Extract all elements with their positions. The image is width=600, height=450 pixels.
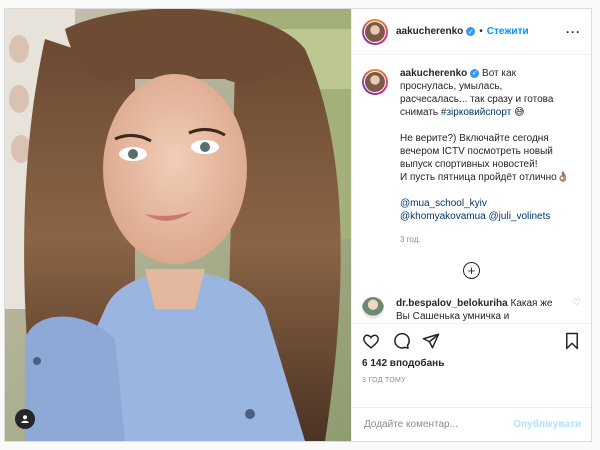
add-comment-bar: Опублікувати bbox=[352, 407, 591, 441]
mention-link[interactable]: @juli_volinets bbox=[489, 211, 551, 222]
mention-link[interactable]: @khomyakovamua bbox=[400, 211, 486, 222]
author-username[interactable]: aakucherenko bbox=[396, 26, 463, 37]
caption-paragraph-3: И пусть пятница пройдёт отлично👌🏽 bbox=[400, 172, 570, 183]
verified-icon: ✓ bbox=[466, 27, 476, 36]
caption-avatar[interactable] bbox=[362, 69, 388, 95]
separator-dot: • bbox=[479, 26, 483, 37]
comment-input[interactable] bbox=[362, 418, 514, 431]
selfie-illustration bbox=[5, 9, 351, 441]
comment-like-icon[interactable]: ♡ bbox=[573, 297, 581, 323]
post-card: aakucherenko ✓ • Стежити ··· aakucherenk… bbox=[4, 8, 592, 442]
bookmark-icon[interactable] bbox=[563, 332, 581, 353]
tagged-user-icon[interactable] bbox=[15, 409, 35, 429]
comment-icon[interactable] bbox=[392, 332, 410, 353]
heart-icon[interactable] bbox=[362, 332, 380, 353]
post-photo[interactable] bbox=[5, 9, 351, 441]
post-header: aakucherenko ✓ • Стежити ··· bbox=[352, 9, 591, 55]
caption-body: aakucherenko ✓ Вот как проснулась, умылас… bbox=[400, 67, 570, 246]
verified-icon: ✓ bbox=[470, 68, 480, 78]
post-time[interactable]: 3 ГОД ТОМУ bbox=[362, 377, 581, 384]
follow-button[interactable]: Стежити bbox=[487, 26, 529, 37]
publish-button[interactable]: Опублікувати bbox=[513, 419, 581, 430]
more-horizontal-icon[interactable]: ··· bbox=[566, 25, 581, 39]
comments-section: aakucherenko ✓ Вот как проснулась, умылас… bbox=[352, 55, 591, 323]
likes-count[interactable]: 6 142 вподобань bbox=[362, 358, 581, 369]
share-icon[interactable] bbox=[422, 332, 440, 353]
caption: aakucherenko ✓ Вот как проснулась, умылас… bbox=[362, 67, 581, 246]
author-avatar[interactable] bbox=[362, 18, 388, 45]
load-more-comments: + bbox=[362, 262, 581, 279]
hashtag-link[interactable]: #зірковийспорт bbox=[441, 107, 511, 118]
comment-item: dr.bespalov_belokuriha Какая же Вы Сашен… bbox=[362, 297, 581, 323]
post-sidebar: aakucherenko ✓ • Стежити ··· aakucherenk… bbox=[351, 9, 591, 441]
comment-author[interactable]: dr.bespalov_belokuriha bbox=[396, 298, 508, 309]
action-icons-row bbox=[362, 330, 581, 354]
post-actions: 6 142 вподобань 3 ГОД ТОМУ bbox=[352, 323, 591, 407]
commenter-avatar[interactable] bbox=[362, 297, 384, 319]
caption-paragraph-2: Не верите?) Включайте сегодня вечером IC… bbox=[400, 133, 553, 170]
emoji: 😅 bbox=[514, 107, 525, 118]
caption-author[interactable]: aakucherenko bbox=[400, 68, 467, 79]
mention-link[interactable]: @mua_school_kyiv bbox=[400, 198, 487, 209]
comment-body: dr.bespalov_belokuriha Какая же Вы Сашен… bbox=[396, 297, 556, 323]
caption-time[interactable]: 3 год. bbox=[400, 233, 570, 246]
plus-circle-icon[interactable]: + bbox=[463, 262, 480, 279]
